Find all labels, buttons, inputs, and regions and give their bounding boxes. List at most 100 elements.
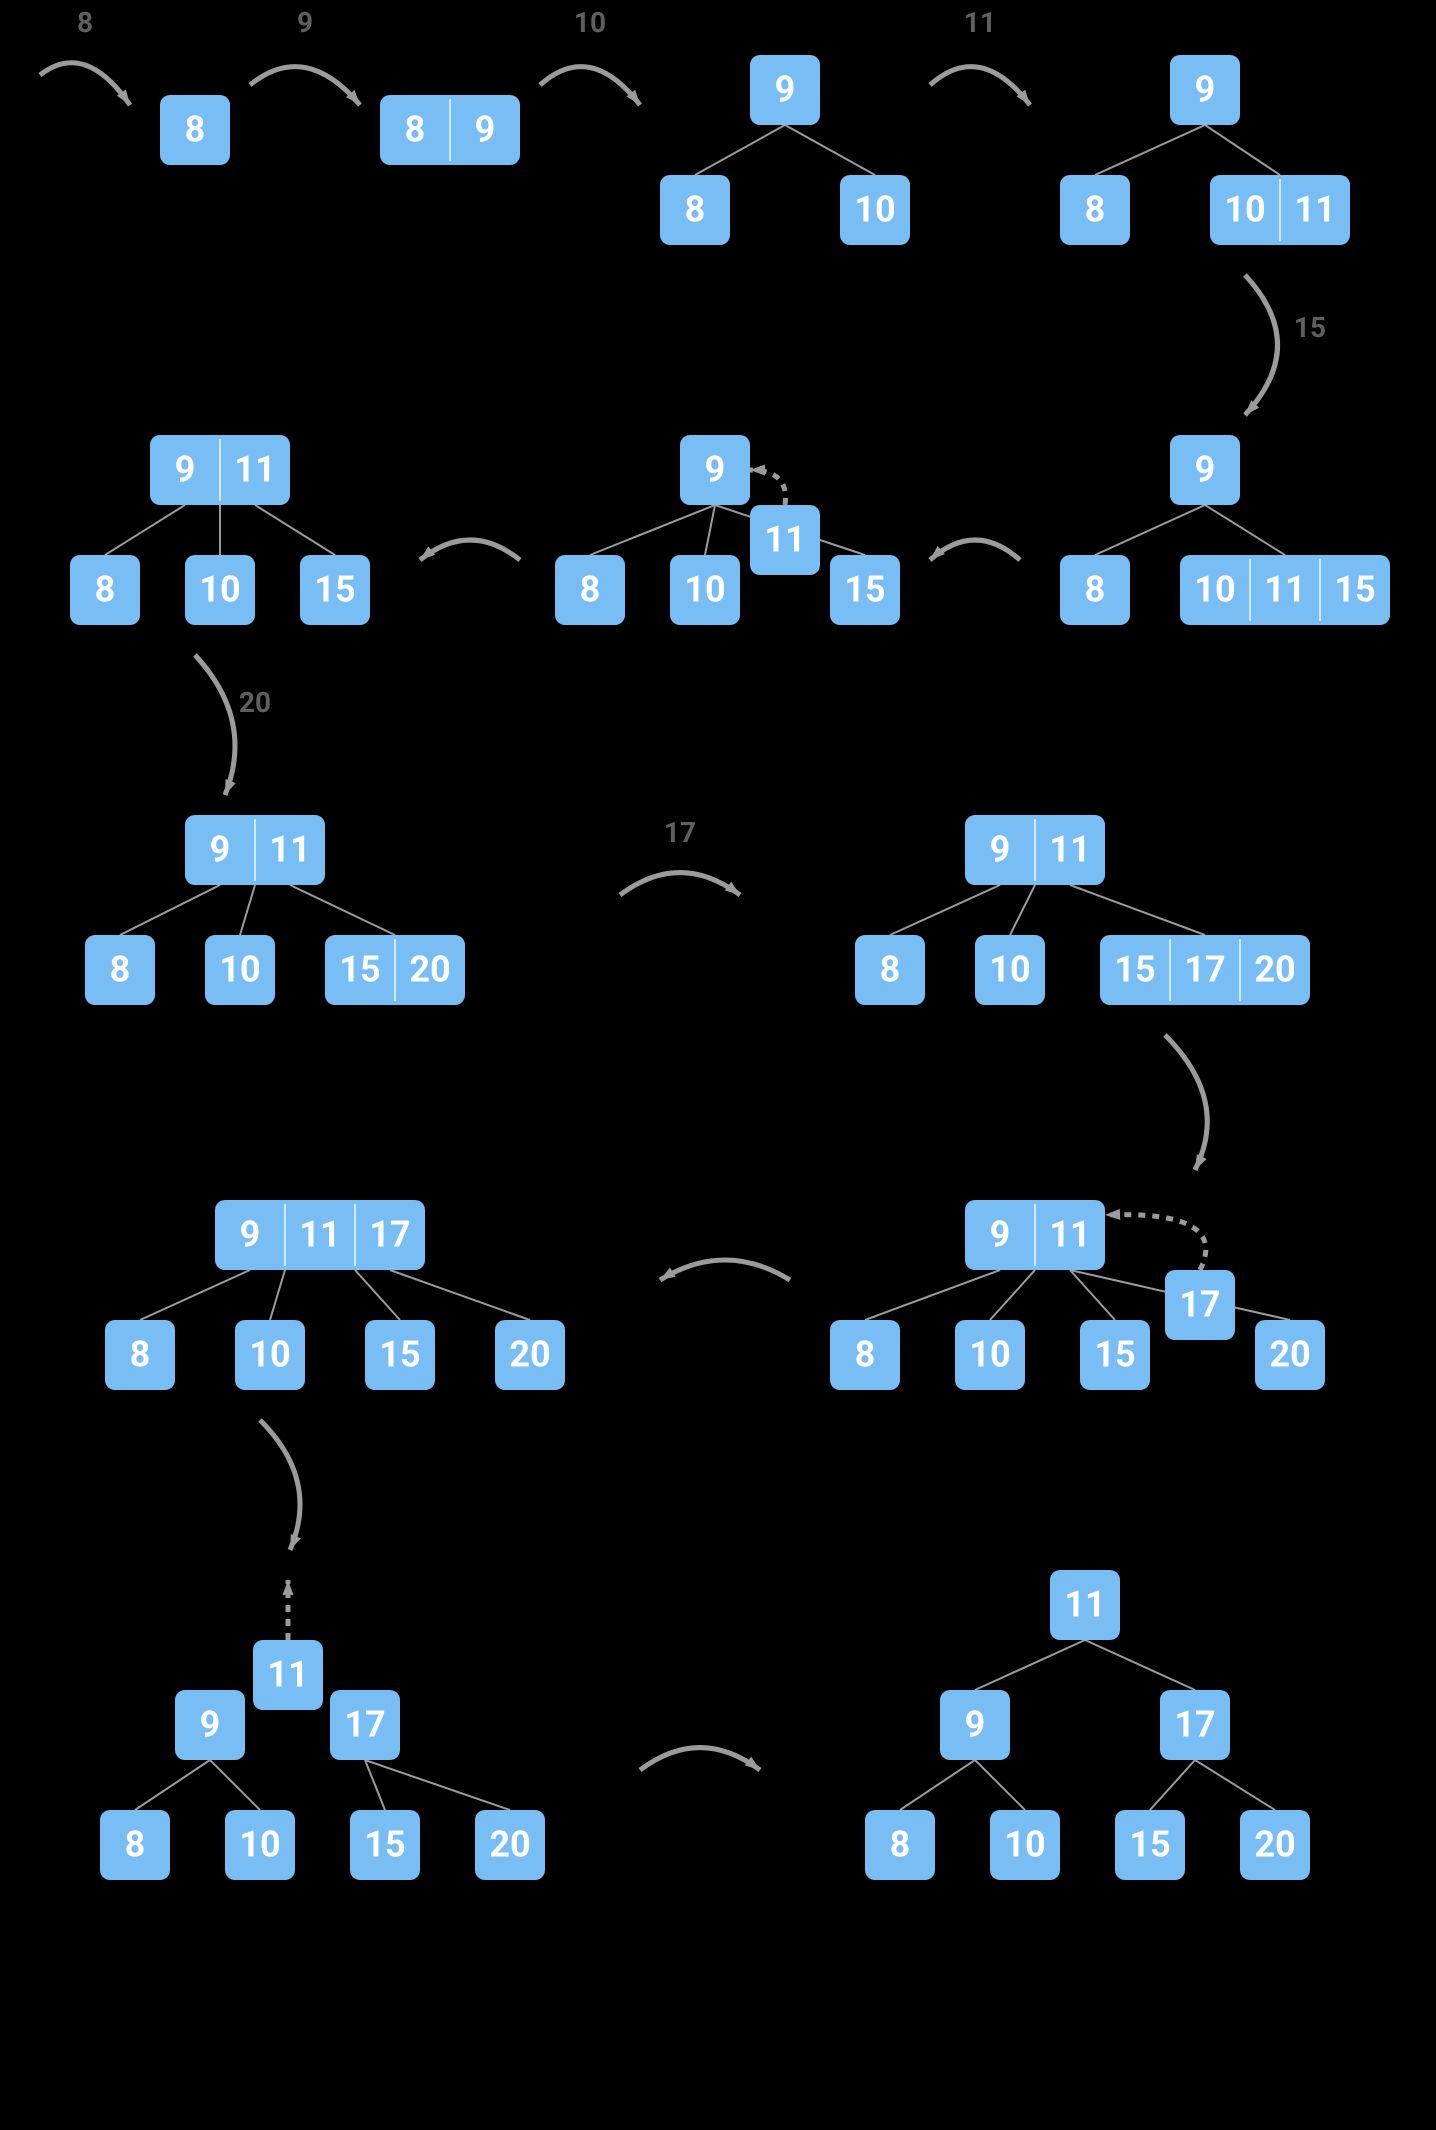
key-value: 20 (409, 949, 450, 991)
tree-node: 20 (1255, 1320, 1325, 1390)
key-value: 8 (880, 949, 901, 991)
transition-arrow (195, 655, 235, 795)
tree-node: 8 (105, 1320, 175, 1390)
key-value: 11 (1064, 1584, 1105, 1626)
key-value: 11 (1264, 569, 1305, 611)
key-value: 20 (1269, 1334, 1310, 1376)
tree-node: 1011 (1210, 175, 1350, 245)
transition-arrow (250, 67, 360, 105)
key-value: 9 (990, 1214, 1011, 1256)
tree-edge (240, 885, 255, 935)
tree-node: 10 (975, 935, 1045, 1005)
key-value: 10 (684, 569, 725, 611)
tree-edge (1085, 1640, 1195, 1690)
tree-node: 10 (185, 555, 255, 625)
tree-node: 15 (830, 555, 900, 625)
tree-edge (120, 885, 220, 935)
tree-node: 10 (235, 1320, 305, 1390)
key-value: 11 (1294, 189, 1335, 231)
tree-edge (705, 505, 715, 555)
tree-node-popup: 17 (330, 1690, 400, 1760)
tree-edge (210, 1760, 260, 1810)
tree-node: 11 (1050, 1570, 1120, 1640)
insert-label: 20 (239, 686, 271, 719)
arrow-head-icon (660, 1267, 676, 1280)
key-value: 10 (239, 1824, 280, 1866)
transition-arrow (420, 540, 520, 560)
transition-arrow (40, 63, 130, 105)
tree-edge (890, 885, 1000, 935)
key-value: 11 (764, 519, 805, 561)
tree-node: 20 (1240, 1810, 1310, 1880)
key-value: 20 (1254, 1824, 1295, 1866)
insert-label: 9 (297, 6, 313, 39)
tree-node: 15 (300, 555, 370, 625)
tree-node: 8 (85, 935, 155, 1005)
key-value: 10 (989, 949, 1030, 991)
tree-edge (270, 1270, 285, 1320)
tree-edge (1205, 125, 1280, 175)
key-value: 10 (854, 189, 895, 231)
tree-edge (290, 885, 395, 935)
key-value: 10 (219, 949, 260, 991)
tree-edge (1010, 885, 1035, 935)
key-value: 9 (175, 449, 196, 491)
tree-node: 8 (70, 555, 140, 625)
tree-node: 10 (840, 175, 910, 245)
key-value: 11 (1049, 1214, 1090, 1256)
tree-node: 8 (100, 1810, 170, 1880)
arrow-head-icon (750, 465, 765, 476)
tree-node: 91117 (215, 1200, 425, 1270)
tree-node: 9 11 (185, 815, 325, 885)
tree-edge (900, 1760, 975, 1810)
tree-node: 9 11 (150, 435, 290, 505)
key-value: 10 (1004, 1824, 1045, 1866)
tree-edge (390, 1270, 530, 1320)
key-value: 9 (705, 449, 726, 491)
tree-edge (135, 1760, 210, 1810)
promote-arrow (750, 470, 786, 505)
key-value: 9 (210, 829, 231, 871)
key-value: 15 (339, 949, 380, 991)
transition-arrow (640, 1748, 760, 1771)
tree-node: 8 (865, 1810, 935, 1880)
tree-edge (355, 1270, 400, 1320)
tree-edge (1095, 505, 1205, 555)
tree-node: 8 (660, 175, 730, 245)
key-value: 11 (269, 829, 310, 871)
key-value: 11 (234, 449, 275, 491)
key-value: 20 (1254, 949, 1295, 991)
tree-node: 9 (750, 55, 820, 125)
key-value: 8 (685, 189, 706, 231)
tree-node: 9 (940, 1690, 1010, 1760)
transition-arrow (930, 67, 1030, 105)
tree-node-popup: 11 (253, 1640, 323, 1710)
key-value: 20 (489, 1824, 530, 1866)
key-value: 9 (200, 1704, 221, 1746)
key-value: 8 (110, 949, 131, 991)
tree-node: 8 (855, 935, 925, 1005)
key-value: 15 (1334, 569, 1375, 611)
key-value: 8 (405, 109, 426, 151)
tree-edge (1195, 1760, 1275, 1810)
tree-node: 101115 (1180, 555, 1390, 625)
tree-edge (1070, 1270, 1115, 1320)
key-value: 9 (1195, 69, 1216, 111)
arrow-head-icon (283, 1580, 294, 1595)
tree-node-popup: 9 (175, 1690, 245, 1760)
tree-node: 15 (365, 1320, 435, 1390)
tree-node-popup: 17 (1165, 1270, 1235, 1340)
tree-node: 10 (670, 555, 740, 625)
tree-node: 8 (555, 555, 625, 625)
tree-node: 10 (955, 1320, 1025, 1390)
key-value: 9 (775, 69, 796, 111)
key-value: 17 (1179, 1284, 1220, 1326)
key-value: 8 (95, 569, 116, 611)
tree-edge (1150, 1760, 1195, 1810)
insert-label: 17 (664, 816, 696, 849)
tree-edge (975, 1760, 1025, 1810)
key-value: 15 (844, 569, 885, 611)
arrow-head-icon (290, 1534, 301, 1550)
tree-node: 15 (350, 1810, 420, 1880)
key-value: 11 (267, 1654, 308, 1696)
